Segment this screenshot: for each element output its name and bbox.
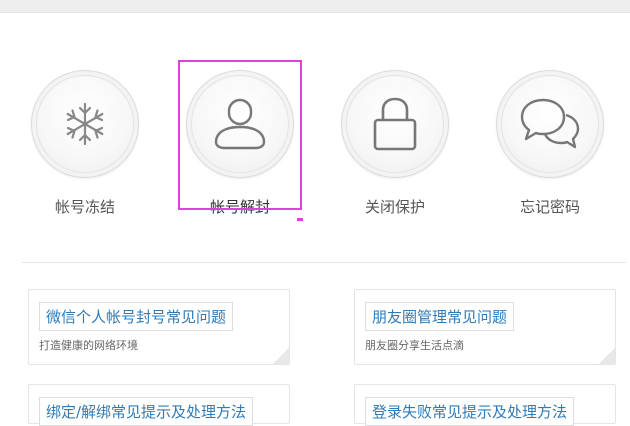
account-freeze-label: 帐号冻结 — [54, 198, 115, 216]
disable-protection-item[interactable]: 关闭保护 — [335, 70, 455, 217]
user-icon — [214, 98, 266, 150]
account-unblock-button[interactable] — [186, 70, 294, 178]
chat-bubbles-icon — [520, 98, 580, 149]
disable-protection-label: 关闭保护 — [364, 198, 425, 216]
faq-card-desc: 打造健康的网络环境 — [39, 339, 138, 352]
top-bar — [0, 0, 630, 13]
faq-card-moments[interactable]: 朋友圈管理常见问题 朋友圈分享生活点滴 — [354, 289, 616, 365]
faq-card-title[interactable]: 朋友圈管理常见问题 — [365, 302, 515, 331]
faq-card-account-ban[interactable]: 微信个人帐号封号常见问题 打造健康的网络环境 — [28, 289, 290, 365]
faq-card-title[interactable]: 微信个人帐号封号常见问题 — [39, 302, 234, 331]
page-fold-icon — [273, 348, 289, 364]
faq-card-desc: 朋友圈分享生活点滴 — [365, 339, 464, 352]
forgot-password-item[interactable]: 忘记密码 — [490, 70, 610, 217]
faq-card-login-failure[interactable]: 登录失败常见提示及处理方法 — [354, 384, 616, 426]
disable-protection-button[interactable] — [341, 70, 449, 178]
snowflake-icon — [66, 102, 104, 146]
account-unblock-label: 帐号解封 — [209, 198, 270, 216]
lock-icon — [373, 97, 417, 151]
forgot-password-label: 忘记密码 — [519, 198, 580, 216]
selection-highlight-mark — [297, 218, 303, 221]
faq-card-binding[interactable]: 绑定/解绑常见提示及处理方法 — [28, 384, 290, 426]
account-unblock-item[interactable]: 帐号解封 — [180, 70, 300, 217]
account-freeze-button[interactable] — [31, 70, 139, 178]
page-fold-icon — [599, 348, 615, 364]
account-freeze-item[interactable]: 帐号冻结 — [25, 70, 145, 217]
service-icon-row: 帐号冻结 帐号解封 关闭保护 忘记密码 — [0, 70, 630, 230]
forgot-password-button[interactable] — [496, 70, 604, 178]
section-divider — [22, 262, 626, 263]
